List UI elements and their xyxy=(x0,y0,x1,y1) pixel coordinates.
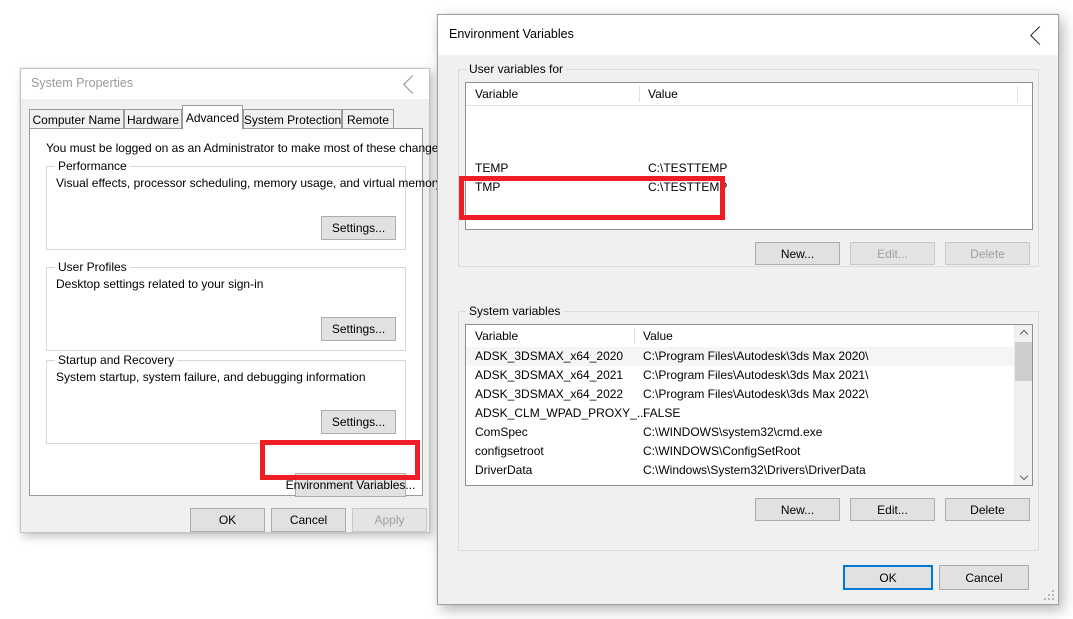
system-variable-value: C:\Program Files\Autodesk\3ds Max 2020\ xyxy=(643,349,869,363)
system-properties-close-button[interactable] xyxy=(389,69,429,99)
system-variables-column-value: Value xyxy=(643,329,673,343)
close-icon xyxy=(1031,30,1042,41)
table-row[interactable]: ComSpec C:\WINDOWS\system32\cmd.exe xyxy=(466,423,1032,442)
system-variables-header: Variable Value xyxy=(466,325,1032,348)
system-variables-edit-button[interactable]: Edit... xyxy=(850,498,935,521)
table-row[interactable]: DriverData C:\Windows\System32\Drivers\D… xyxy=(466,461,1032,480)
system-variables-delete-button[interactable]: Delete xyxy=(945,498,1030,521)
table-row[interactable]: ADSK_3DSMAX_x64_2022 C:\Program Files\Au… xyxy=(466,385,1032,404)
column-divider xyxy=(1017,86,1018,102)
system-variable-value: C:\WINDOWS\system32\cmd.exe xyxy=(643,425,823,439)
system-variables-new-button[interactable]: New... xyxy=(755,498,840,521)
user-variables-group-label: User variables for xyxy=(466,62,567,76)
performance-settings-button[interactable]: Settings... xyxy=(321,216,396,240)
user-variables-column-value: Value xyxy=(648,87,678,101)
system-variable-name: configsetroot xyxy=(475,444,544,458)
system-variables-group-label: System variables xyxy=(466,304,564,318)
system-variables-group: System variables Variable Value ADSK_3DS… xyxy=(458,304,1039,551)
system-variable-name: DriverData xyxy=(475,463,533,477)
scroll-down-button[interactable] xyxy=(1015,468,1032,485)
system-properties-titlebar: System Properties xyxy=(21,69,429,99)
user-variables-column-variable: Variable xyxy=(475,87,519,101)
system-variables-scrollbar[interactable] xyxy=(1014,325,1032,485)
startup-and-recovery-settings-button[interactable]: Settings... xyxy=(321,410,396,434)
user-variable-name: TEMP xyxy=(475,161,509,175)
user-variables-group: User variables for Variable Value TEMP C… xyxy=(458,62,1039,267)
tab-remote[interactable]: Remote xyxy=(342,109,394,129)
system-variable-name: ADSK_3DSMAX_x64_2022 xyxy=(475,387,624,401)
table-row[interactable]: ADSK_CLM_WPAD_PROXY_... FALSE xyxy=(466,404,1032,423)
performance-group: Performance Visual effects, processor sc… xyxy=(46,159,442,250)
user-variables-delete-button: Delete xyxy=(945,242,1030,265)
system-variable-value: C:\Program Files\Autodesk\3ds Max 2022\ xyxy=(643,387,869,401)
close-icon xyxy=(404,79,415,90)
user-variables-temp-tmp-highlight xyxy=(459,176,725,220)
chevron-down-icon xyxy=(1020,473,1027,480)
user-profiles-settings-button[interactable]: Settings... xyxy=(321,317,396,341)
environment-variables-cancel-button[interactable]: Cancel xyxy=(939,565,1029,590)
system-variables-listview[interactable]: Variable Value ADSK_3DSMAX_x64_2020 C:\P… xyxy=(465,324,1033,486)
user-variables-edit-button: Edit... xyxy=(850,242,935,265)
system-variables-column-variable: Variable xyxy=(475,329,519,343)
table-row[interactable]: ADSK_3DSMAX_x64_2020 C:\Program Files\Au… xyxy=(466,347,1032,366)
environment-variables-window: Environment Variables User variables for… xyxy=(437,14,1059,605)
tab-hardware[interactable]: Hardware xyxy=(124,109,182,129)
environment-variables-title: Environment Variables xyxy=(449,27,574,41)
tab-computer-name[interactable]: Computer Name xyxy=(29,109,124,129)
scrollbar-thumb[interactable] xyxy=(1015,342,1032,381)
table-row[interactable]: configsetroot C:\WINDOWS\ConfigSetRoot xyxy=(466,442,1032,461)
chevron-up-icon xyxy=(1020,330,1027,337)
user-variable-value: C:\TESTTEMP xyxy=(648,161,728,175)
system-properties-ok-button[interactable]: OK xyxy=(190,508,265,532)
system-properties-apply-button: Apply xyxy=(352,508,427,532)
performance-group-label: Performance xyxy=(55,159,130,173)
startup-and-recovery-group-label: Startup and Recovery xyxy=(55,353,178,367)
performance-description: Visual effects, processor scheduling, me… xyxy=(56,176,442,190)
user-profiles-group-label: User Profiles xyxy=(55,260,130,274)
startup-and-recovery-description: System startup, system failure, and debu… xyxy=(56,370,366,384)
system-properties-tabstrip: Computer Name Hardware Advanced System P… xyxy=(29,105,423,130)
user-variables-new-button[interactable]: New... xyxy=(755,242,840,265)
environment-variables-close-button[interactable] xyxy=(1014,15,1058,55)
startup-and-recovery-group: Startup and Recovery System startup, sys… xyxy=(46,353,406,444)
user-profiles-description: Desktop settings related to your sign-in xyxy=(56,277,264,291)
user-variables-header: Variable Value xyxy=(466,83,1032,106)
system-variable-name: ADSK_3DSMAX_x64_2021 xyxy=(475,368,624,382)
scroll-up-button[interactable] xyxy=(1015,325,1032,342)
environment-variables-button-highlight xyxy=(260,440,420,480)
column-divider xyxy=(639,86,640,102)
system-properties-title: System Properties xyxy=(31,76,134,90)
system-variable-name: ADSK_3DSMAX_x64_2020 xyxy=(475,349,624,363)
system-variable-name: ADSK_CLM_WPAD_PROXY_... xyxy=(475,406,647,420)
user-profiles-group: User Profiles Desktop settings related t… xyxy=(46,260,406,351)
environment-variables-ok-button[interactable]: OK xyxy=(843,565,933,590)
environment-variables-titlebar: Environment Variables xyxy=(438,15,1058,55)
resize-grip[interactable] xyxy=(1043,589,1055,601)
system-variable-value: C:\WINDOWS\ConfigSetRoot xyxy=(643,444,801,458)
administrator-notice: You must be logged on as an Administrato… xyxy=(46,141,448,155)
table-row[interactable]: ADSK_3DSMAX_x64_2021 C:\Program Files\Au… xyxy=(466,366,1032,385)
system-variable-value: C:\Program Files\Autodesk\3ds Max 2021\ xyxy=(643,368,869,382)
system-variable-value: C:\Windows\System32\Drivers\DriverData xyxy=(643,463,866,477)
system-properties-cancel-button[interactable]: Cancel xyxy=(271,508,346,532)
system-variable-value: FALSE xyxy=(643,406,681,420)
tab-system-protection[interactable]: System Protection xyxy=(243,109,342,129)
system-variable-name: ComSpec xyxy=(475,425,528,439)
tab-advanced[interactable]: Advanced xyxy=(182,105,243,130)
column-divider xyxy=(634,328,635,344)
